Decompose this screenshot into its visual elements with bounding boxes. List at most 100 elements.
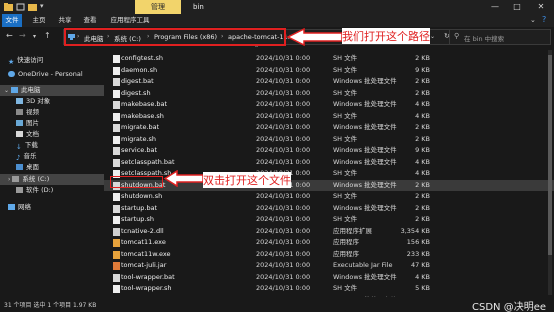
file-date: 2024/10/31 0:00 — [256, 249, 311, 258]
file-name: migrate.sh — [121, 134, 157, 143]
file-row[interactable]: shutdown.sh 2024/10/31 0:00 SH 文件 2 KB — [104, 191, 554, 203]
sidebar-item-this-pc[interactable]: ⌄ 此电脑 — [0, 85, 104, 96]
file-row[interactable]: migrate.bat 2024/10/31 0:00 Windows 批处理文件 2… — [104, 122, 554, 134]
file-date: 2024/10/31 0:00 — [256, 100, 311, 108]
sidebar-item-label: 快速访问 — [17, 56, 44, 64]
file-type: SH 文件 — [333, 215, 358, 223]
recent-dropdown-icon[interactable]: ▾ — [33, 33, 36, 40]
watermark: CSDN @决明ee — [472, 302, 546, 312]
tab-share[interactable]: 共享 — [58, 14, 72, 27]
file-row[interactable]: digest.bat 2024/10/31 0:00 Windows 批处理文件 2 … — [104, 76, 554, 88]
sidebar-item-label: 视频 — [26, 108, 39, 116]
path-annotation-arrow-icon — [286, 28, 343, 46]
sidebar-item-onedrive[interactable]: OneDrive - Personal — [0, 69, 104, 80]
file-date: 2024/10/31 0:00 — [256, 65, 311, 74]
tab-view[interactable]: 查看 — [83, 14, 97, 27]
file-row[interactable]: tomcat-juli.jar 2024/10/31 0:00 Executable… — [104, 260, 554, 272]
file-row[interactable]: makebase.bat 2024/10/31 0:00 Windows 批处理文件… — [104, 99, 554, 111]
sidebar-item-3d-objects[interactable]: 3D 对象 — [0, 96, 104, 107]
file-name: daemon.sh — [121, 65, 158, 74]
file-icon — [113, 112, 120, 121]
sidebar-item-music[interactable]: ♪ 音乐 — [0, 151, 104, 162]
expand-chevron-icon[interactable]: ⌄ — [4, 87, 9, 94]
file-row[interactable]: startup.sh 2024/10/31 0:00 SH 文件 2 KB — [104, 214, 554, 226]
file-date: 2024/10/31 0:00 — [256, 88, 311, 97]
close-button[interactable]: ✕ — [530, 0, 552, 14]
address-dropdown-icon[interactable]: ⌄ — [430, 33, 435, 40]
file-row[interactable]: setclasspath.bat 2024/10/31 0:00 Windows 批… — [104, 157, 554, 169]
forward-arrow-icon[interactable]: → — [19, 31, 26, 40]
sidebar-item-videos[interactable]: 视频 — [0, 107, 104, 118]
minimize-button[interactable]: — — [484, 0, 506, 14]
file-icon — [113, 193, 120, 201]
file-row[interactable]: tomcat11w.exe 2024/10/31 0:00 应用程序 233 KB — [104, 249, 554, 261]
file-icon — [113, 89, 120, 98]
window-title: bin — [193, 3, 204, 11]
file-row[interactable]: tool-wrapper.bat 2024/10/31 0:00 Windows 批… — [104, 272, 554, 284]
download-icon: ↓ — [16, 143, 22, 151]
tab-file[interactable]: 文件 — [2, 14, 22, 27]
file-type: Windows 批处理文件 — [333, 123, 397, 131]
file-icon — [113, 273, 120, 282]
expand-chevron-icon[interactable]: › — [8, 176, 10, 183]
sidebar-item-label: 网络 — [18, 203, 31, 211]
file-icon — [113, 55, 120, 63]
tab-home[interactable]: 主页 — [32, 14, 46, 27]
file-row[interactable]: daemon.sh 2024/10/31 0:00 SH 文件 9 KB — [104, 65, 554, 77]
file-date: 2024/10/31 0:00 — [256, 123, 311, 131]
navigation-pane: ★ 快速访问 OneDrive - Personal ⌄ 此电脑 3D 对象 视频 … — [0, 47, 104, 297]
maximize-button[interactable]: □ — [506, 0, 528, 14]
folder-icon — [4, 3, 13, 11]
file-size: 5 KB — [415, 284, 430, 292]
sidebar-item-pictures[interactable]: 图片 — [0, 118, 104, 129]
sidebar-item-downloads[interactable]: ↓ 下载 — [0, 140, 104, 151]
file-row[interactable]: tool-wrapper.sh 2024/10/31 0:00 SH 文件 5 KB — [104, 283, 554, 295]
status-text: 31 个项目 选中 1 个项目 1.97 KB — [4, 302, 97, 309]
file-name: migrate.bat — [121, 123, 160, 131]
sidebar-item-network[interactable]: 网络 — [0, 202, 104, 213]
search-input[interactable]: ⚲ 在 bin 中搜索 — [449, 29, 551, 45]
file-size: 2 KB — [415, 88, 430, 97]
file-type: SH 文件 — [333, 88, 358, 97]
sidebar-item-label: 文档 — [26, 130, 39, 138]
file-icon — [113, 216, 120, 224]
music-icon: ♪ — [16, 154, 21, 162]
file-row[interactable]: tomcat11.exe 2024/10/31 0:00 应用程序 156 KB — [104, 237, 554, 249]
file-row[interactable]: configtest.sh 2024/10/31 0:00 SH 文件 2 KB — [104, 53, 554, 65]
video-icon — [16, 109, 23, 115]
sidebar-item-quick-access[interactable]: ★ 快速访问 — [0, 55, 104, 66]
back-arrow-icon[interactable]: ← — [6, 31, 13, 40]
cloud-icon — [8, 71, 15, 77]
file-type: SH 文件 — [333, 65, 358, 74]
file-name: configtest.sh — [121, 54, 163, 62]
sidebar-item-drive-d[interactable]: 软件 (D:) — [0, 185, 104, 196]
file-icon — [113, 66, 120, 75]
properties-icon[interactable] — [16, 3, 25, 11]
file-row[interactable]: service.bat 2024/10/31 0:00 Windows 批处理文件 9… — [104, 145, 554, 157]
sidebar-item-drive-c[interactable]: › 系统 (C:) — [0, 174, 104, 185]
file-row[interactable]: digest.sh 2024/10/31 0:00 SH 文件 2 KB — [104, 88, 554, 100]
picture-icon — [16, 120, 23, 126]
ribbon-expand-icon[interactable]: ⌄ — [530, 16, 536, 24]
scrollbar-thumb[interactable] — [548, 55, 552, 255]
file-annotation: 双击打开这个文件 — [203, 172, 291, 188]
file-row[interactable]: makebase.sh 2024/10/31 0:00 SH 文件 4 KB — [104, 111, 554, 123]
file-size: 4 KB — [415, 272, 430, 281]
file-date: 2024/10/31 0:00 — [256, 238, 311, 246]
file-row[interactable]: startup.bat 2024/10/31 0:00 Windows 批处理文件 2… — [104, 203, 554, 215]
sidebar-item-documents[interactable]: 文档 — [0, 129, 104, 140]
file-icon — [113, 227, 120, 236]
tab-app-tools[interactable]: 应用程序工具 — [108, 14, 152, 27]
new-folder-icon[interactable] — [28, 3, 37, 11]
sidebar-item-desktop[interactable]: 桌面 — [0, 162, 104, 173]
file-size: 4 KB — [415, 157, 430, 166]
file-row[interactable]: tcnative-2.dll 2024/10/31 0:00 应用程序扩展 3,354… — [104, 226, 554, 238]
file-row[interactable]: migrate.sh 2024/10/31 0:00 SH 文件 2 KB — [104, 134, 554, 146]
manage-tab[interactable]: 管理 — [135, 0, 181, 14]
ribbon-tabs: 文件 主页 共享 查看 应用程序工具 ⌄ ? — [0, 14, 554, 27]
help-icon[interactable]: ? — [542, 15, 546, 24]
file-type: SH 文件 — [333, 169, 358, 177]
quick-access-dropdown-icon[interactable]: ▾ — [40, 2, 44, 10]
up-arrow-icon[interactable]: ↑ — [44, 31, 51, 40]
file-size: 2 KB — [415, 203, 430, 212]
